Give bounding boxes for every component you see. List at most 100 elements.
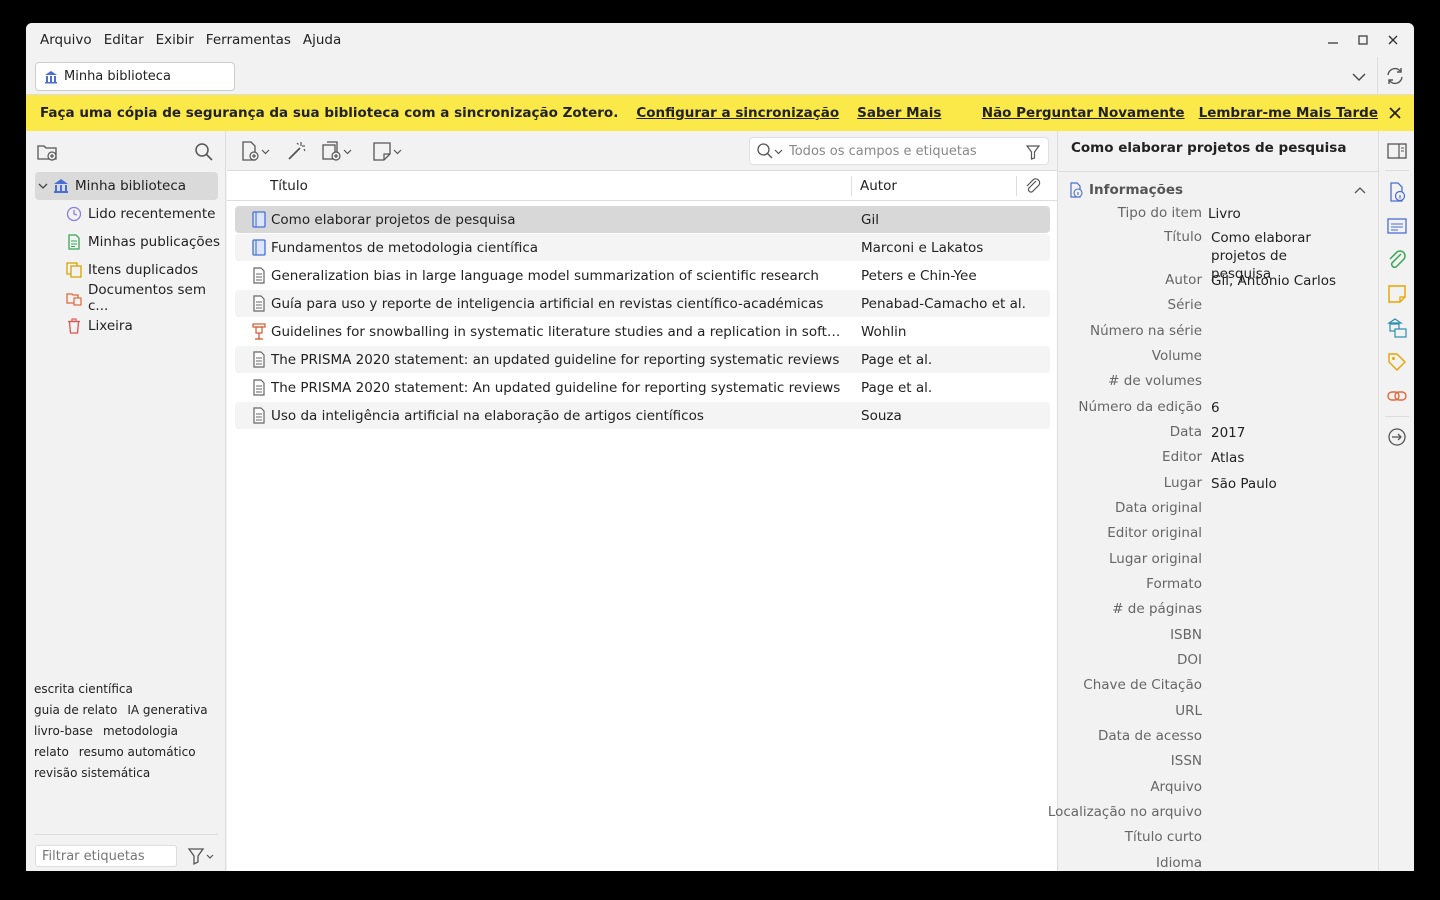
menu-ajuda[interactable]: Ajuda bbox=[303, 32, 341, 48]
item-row[interactable]: Fundamentos de metodologia científica Ma… bbox=[235, 234, 1050, 261]
tag-item[interactable]: livro-base bbox=[34, 724, 93, 739]
item-author: Peters e Chin-Yee bbox=[861, 267, 977, 284]
tag-item[interactable]: metodologia bbox=[103, 724, 178, 739]
item-row[interactable]: Como elaborar projetos de pesquisa Gil bbox=[235, 206, 1050, 233]
item-author: Marconi e Lakatos bbox=[861, 239, 984, 256]
attachments-icon[interactable] bbox=[1387, 250, 1407, 270]
item-row[interactable]: Guía para uso y reporte de inteligencia … bbox=[235, 290, 1050, 317]
field-value[interactable]: 2017 bbox=[1211, 424, 1361, 442]
field-label: Idioma bbox=[1156, 855, 1202, 871]
chevron-down-icon bbox=[261, 147, 270, 156]
item-row[interactable]: Generalization bias in large language mo… bbox=[235, 262, 1050, 289]
field-value[interactable]: São Paulo bbox=[1211, 475, 1361, 493]
abstract-icon[interactable] bbox=[1387, 216, 1407, 236]
add-attachment-button[interactable] bbox=[321, 140, 352, 162]
collection-unfiled[interactable]: Documentos sem c... bbox=[26, 282, 226, 314]
field-label: URL bbox=[1175, 703, 1202, 719]
collection-duplicates[interactable]: Itens duplicados bbox=[26, 256, 226, 284]
journal-article-icon bbox=[251, 295, 267, 312]
field-value[interactable]: Gil, Antonio Carlos bbox=[1211, 272, 1361, 290]
notes-icon[interactable] bbox=[1387, 284, 1407, 304]
item-row[interactable]: The PRISMA 2020 statement: an updated gu… bbox=[235, 346, 1050, 373]
item-title: Fundamentos de metodologia científica bbox=[271, 239, 539, 256]
note-icon bbox=[371, 140, 393, 162]
dont-ask-again-link[interactable]: Não Perguntar Novamente bbox=[982, 105, 1185, 121]
related-icon[interactable] bbox=[1387, 386, 1407, 406]
field-value[interactable]: Livro bbox=[1208, 205, 1358, 223]
field-label: ISSN bbox=[1170, 753, 1202, 769]
field-label: Número da edição bbox=[1078, 399, 1202, 415]
field-label: # de páginas bbox=[1112, 601, 1202, 617]
menu-ferramentas[interactable]: Ferramentas bbox=[206, 32, 291, 48]
remind-later-link[interactable]: Lembrar-me Mais Tarde bbox=[1199, 105, 1378, 121]
item-author: Wohlin bbox=[861, 323, 907, 340]
item-author: Souza bbox=[861, 407, 902, 424]
sync-icon[interactable] bbox=[1384, 65, 1406, 87]
item-title: Como elaborar projetos de pesquisa bbox=[271, 211, 516, 228]
collection-trash[interactable]: Lixeira bbox=[26, 312, 226, 340]
filter-icon[interactable] bbox=[1026, 144, 1040, 160]
field-label: Data de acesso bbox=[1097, 728, 1202, 744]
close-icon[interactable] bbox=[1386, 104, 1404, 122]
column-author[interactable]: Autor bbox=[860, 178, 897, 194]
field-label: Tipo do item bbox=[1117, 205, 1202, 221]
field-label: Lugar bbox=[1163, 475, 1202, 491]
new-item-button[interactable] bbox=[239, 140, 270, 162]
field-label: Lugar original bbox=[1109, 551, 1202, 567]
journal-article-icon bbox=[251, 379, 267, 396]
attachment-column-icon[interactable] bbox=[1024, 177, 1042, 195]
close-icon[interactable] bbox=[1386, 31, 1400, 49]
menu-editar[interactable]: Editar bbox=[104, 32, 144, 48]
libraries-collections-icon[interactable] bbox=[1387, 318, 1407, 338]
info-icon[interactable] bbox=[1387, 182, 1407, 202]
chevron-down-icon[interactable] bbox=[1348, 66, 1370, 88]
menu-arquivo[interactable]: Arquivo bbox=[40, 32, 92, 48]
tag-item[interactable]: IA generativa bbox=[127, 703, 207, 718]
banner-message: Faça uma cópia de segurança da sua bibli… bbox=[40, 105, 619, 121]
maximize-icon[interactable] bbox=[1356, 31, 1370, 49]
info-icon bbox=[1068, 182, 1084, 198]
tags-icon[interactable] bbox=[1387, 352, 1407, 372]
tag-item[interactable]: revisão sistemática bbox=[34, 766, 150, 781]
info-section-header[interactable]: Informações bbox=[1068, 179, 1368, 201]
learn-more-link[interactable]: Saber Mais bbox=[857, 105, 941, 121]
collection-recently-read[interactable]: Lido recentemente bbox=[26, 200, 226, 228]
configure-sync-link[interactable]: Configurar a sincronização bbox=[636, 105, 839, 121]
new-collection-icon[interactable] bbox=[36, 141, 60, 163]
new-note-button[interactable] bbox=[371, 140, 402, 162]
attachment-add-icon bbox=[321, 140, 343, 162]
collection-my-publications[interactable]: Minhas publicações bbox=[26, 228, 226, 256]
field-label: Data original bbox=[1115, 500, 1202, 516]
add-by-identifier-button[interactable] bbox=[285, 140, 307, 162]
tag-filter-input[interactable] bbox=[35, 845, 177, 867]
item-row[interactable]: Guidelines for snowballing in systematic… bbox=[235, 318, 1050, 345]
tab-library[interactable]: Minha biblioteca bbox=[35, 62, 235, 91]
tag-item[interactable]: resumo automático bbox=[79, 745, 196, 760]
search-input[interactable]: Todos os campos e etiquetas bbox=[749, 137, 1049, 165]
column-title[interactable]: Título bbox=[270, 178, 308, 194]
collection-label: Lixeira bbox=[88, 318, 133, 334]
toggle-pane-icon[interactable] bbox=[1387, 141, 1407, 161]
conference-paper-icon bbox=[251, 323, 267, 340]
locate-icon[interactable] bbox=[1387, 427, 1407, 447]
item-row[interactable]: Uso da inteligência artificial na elabor… bbox=[235, 402, 1050, 429]
items-column-header: Título Autor bbox=[227, 171, 1057, 201]
collection-my-library[interactable]: Minha biblioteca bbox=[35, 172, 218, 200]
chevron-down-icon[interactable] bbox=[37, 180, 53, 192]
magic-wand-icon bbox=[285, 140, 307, 162]
field-value[interactable]: Atlas bbox=[1211, 449, 1361, 467]
menu-exibir[interactable]: Exibir bbox=[156, 32, 194, 48]
tag-item[interactable]: relato bbox=[34, 745, 69, 760]
field-label: Título bbox=[1164, 229, 1202, 245]
tag-item[interactable]: escrita científica bbox=[34, 682, 133, 697]
minimize-icon[interactable] bbox=[1326, 31, 1340, 49]
tag-item[interactable]: guia de relato bbox=[34, 703, 117, 718]
field-label: Data bbox=[1169, 424, 1202, 440]
field-value[interactable]: 6 bbox=[1211, 399, 1361, 417]
item-row[interactable]: The PRISMA 2020 statement: An updated gu… bbox=[235, 374, 1050, 401]
search-icon[interactable] bbox=[193, 141, 215, 163]
clock-icon bbox=[66, 206, 82, 222]
filter-icon[interactable] bbox=[186, 845, 216, 867]
chevron-down-icon[interactable] bbox=[774, 147, 783, 156]
chevron-up-icon[interactable] bbox=[1352, 182, 1368, 198]
